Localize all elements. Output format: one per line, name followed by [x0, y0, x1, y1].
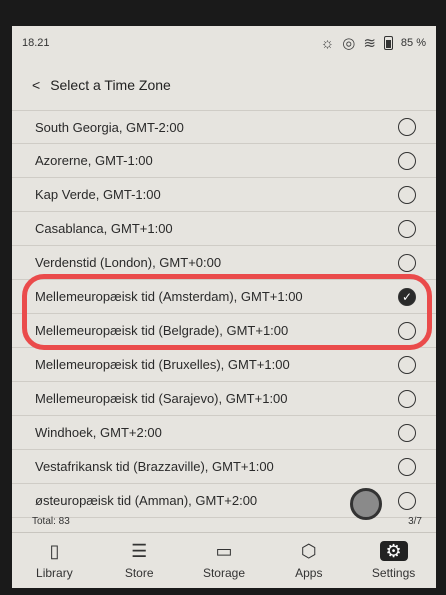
radio-icon[interactable]	[398, 423, 416, 442]
radio-icon[interactable]	[398, 185, 416, 204]
timezone-label: Azorerne, GMT-1:00	[35, 153, 153, 168]
radio-icon[interactable]	[398, 118, 416, 136]
timezone-row[interactable]: Verdenstid (London), GMT+0:00	[12, 246, 436, 280]
refresh-mode-icon[interactable]: ◎	[342, 36, 355, 51]
timezone-label: Mellemeuropæisk tid (Amsterdam), GMT+1:0…	[35, 289, 303, 304]
timezone-row[interactable]: Mellemeuropæisk tid (Bruxelles), GMT+1:0…	[12, 348, 436, 382]
book-icon: ▯	[49, 540, 60, 561]
brightness-icon[interactable]: ☼	[321, 36, 335, 51]
tab-label: Apps	[295, 566, 323, 580]
battery-level: 85 %	[400, 37, 426, 49]
radio-icon[interactable]	[398, 321, 416, 340]
bottom-tab-bar: ▯ Library ☰ Store ▭ Storage ⬡ Apps ⚙ Settings	[12, 532, 436, 588]
checkmark-icon: ✓	[401, 289, 413, 304]
timezone-label: South Georgia, GMT-2:00	[35, 119, 184, 135]
timezone-row[interactable]: Mellemeuropæisk tid (Sarajevo), GMT+1:00	[12, 382, 436, 416]
store-icon: ☰	[131, 540, 148, 561]
timezone-list: South Georgia, GMT-2:00 Azorerne, GMT-1:0…	[12, 110, 436, 518]
timezone-label: østeuropæisk tid (Amman), GMT+2:00	[35, 493, 258, 508]
timezone-label: Mellemeuropæisk tid (Sarajevo), GMT+1:00	[35, 391, 288, 406]
tab-label: Settings	[371, 566, 416, 580]
radio-checked-icon[interactable]: ✓	[398, 287, 416, 306]
back-chevron-icon[interactable]: <	[32, 77, 40, 93]
status-time: 18.21	[22, 37, 50, 49]
apps-icon: ⬡	[300, 540, 317, 561]
timezone-row[interactable]: Windhoek, GMT+2:00	[12, 416, 436, 450]
timezone-label: Mellemeuropæisk tid (Bruxelles), GMT+1:0…	[35, 357, 290, 372]
timezone-label: Kap Verde, GMT-1:00	[35, 187, 161, 202]
total-count: Total: 83	[32, 515, 70, 527]
radio-icon[interactable]	[398, 253, 416, 272]
radio-icon[interactable]	[398, 389, 416, 408]
timezone-row[interactable]: Azorerne, GMT-1:00	[12, 144, 436, 178]
timezone-label: Windhoek, GMT+2:00	[35, 425, 162, 440]
tab-store[interactable]: ☰ Store	[99, 540, 179, 581]
settings-icon: ⚙	[379, 541, 408, 561]
timezone-label: Mellemeuropæisk tid (Belgrade), GMT+1:00	[35, 323, 289, 338]
status-bar: 18.21 ☼ ◎ ≋ 85 %	[12, 26, 436, 60]
timezone-label: Vestafrikansk tid (Brazzaville), GMT+1:0…	[35, 459, 274, 474]
device-screen: 18.21 ☼ ◎ ≋ 85 % < Select a Time Zone So…	[12, 26, 436, 588]
page-title: Select a Time Zone	[50, 77, 171, 93]
radio-icon[interactable]	[398, 219, 416, 238]
timezone-label: Verdenstid (London), GMT+0:00	[35, 255, 222, 270]
tab-label: Library	[36, 566, 73, 580]
status-icons: ☼ ◎ ≋ 85 %	[321, 36, 427, 51]
radio-icon[interactable]	[398, 151, 416, 170]
timezone-row[interactable]: Mellemeuropæisk tid (Belgrade), GMT+1:00	[12, 314, 436, 348]
tab-label: Storage	[202, 566, 245, 580]
tab-settings[interactable]: ⚙ Settings	[354, 541, 434, 581]
timezone-row[interactable]: South Georgia, GMT-2:00	[12, 110, 436, 144]
timezone-label: Casablanca, GMT+1:00	[35, 221, 173, 236]
tab-storage[interactable]: ▭ Storage	[184, 540, 264, 581]
timezone-row[interactable]: Vestafrikansk tid (Brazzaville), GMT+1:0…	[12, 450, 436, 484]
radio-icon[interactable]	[398, 457, 416, 476]
radio-icon[interactable]	[398, 491, 416, 510]
radio-icon[interactable]	[398, 355, 416, 374]
battery-icon	[383, 36, 393, 50]
tab-label: Store	[124, 566, 154, 580]
page-indicator[interactable]: 3/7	[408, 516, 422, 527]
wifi-icon[interactable]: ≋	[363, 36, 376, 51]
timezone-row[interactable]: Casablanca, GMT+1:00	[12, 212, 436, 246]
folder-icon: ▭	[215, 540, 233, 561]
tab-library[interactable]: ▯ Library	[14, 540, 94, 581]
timezone-row[interactable]: Kap Verde, GMT-1:00	[12, 178, 436, 212]
timezone-row[interactable]: Mellemeuropæisk tid (Amsterdam), GMT+1:0…	[12, 280, 436, 314]
list-footer: Total: 83 3/7	[12, 512, 436, 530]
tab-apps[interactable]: ⬡ Apps	[269, 540, 349, 581]
page-header: < Select a Time Zone	[12, 70, 436, 100]
